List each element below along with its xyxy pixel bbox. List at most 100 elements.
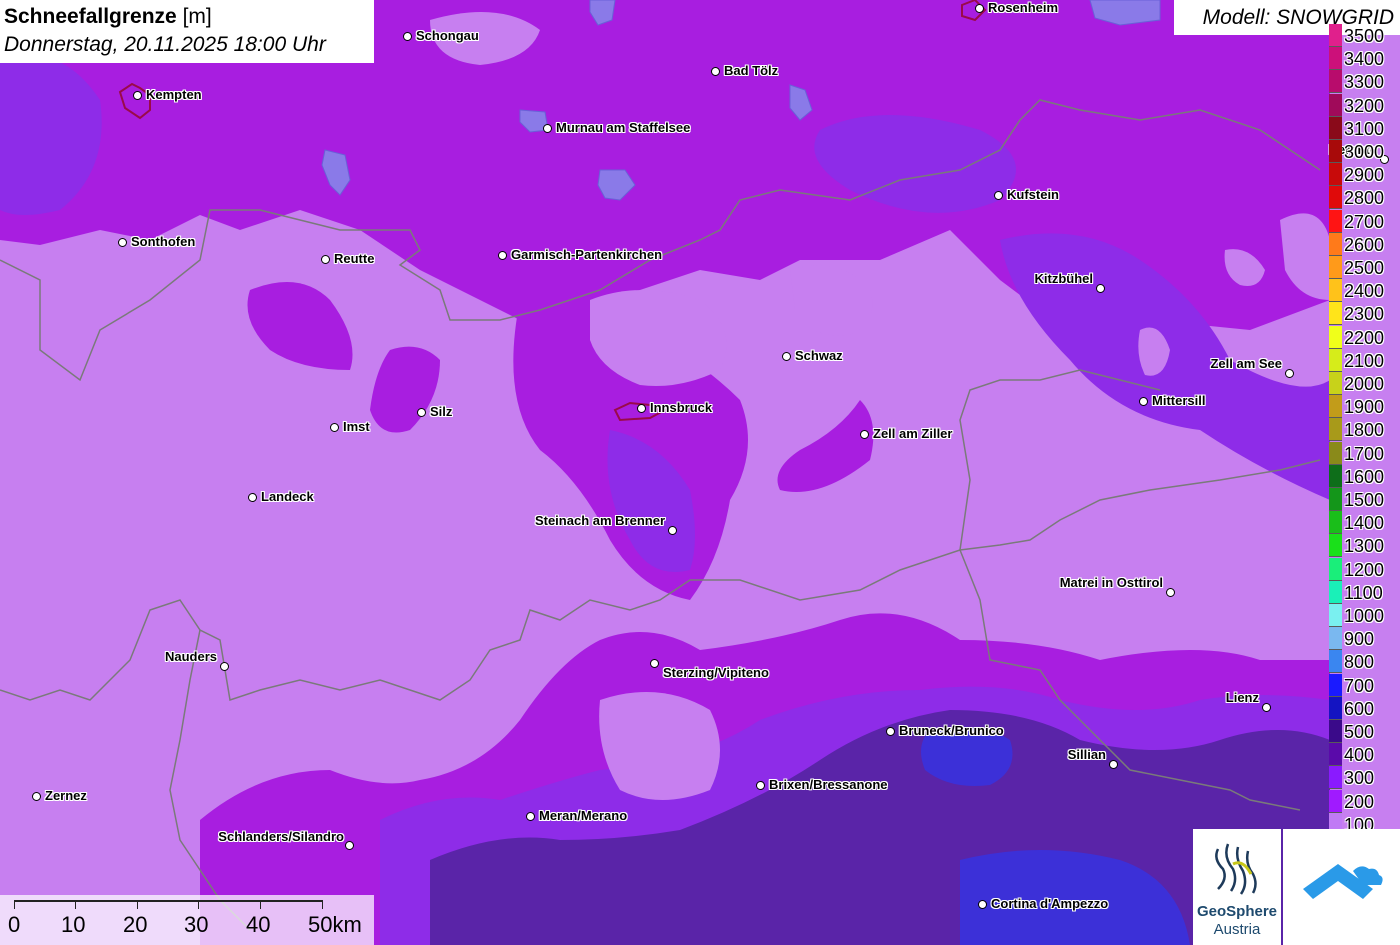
scale-tick [322, 900, 323, 909]
city-label: Imst [343, 419, 370, 434]
legend-label: 300 [1344, 768, 1375, 789]
city-label: Garmisch-Partenkirchen [511, 247, 663, 262]
legend-item: 3400 [1328, 47, 1400, 71]
legend-item: 3500 [1328, 24, 1400, 47]
color-legend: 3500 3400 3300 3200 3100 3000 2900 2800 2700 2600… [1328, 24, 1400, 836]
city-marker [417, 408, 426, 417]
city-label: Zell am See [1210, 356, 1282, 371]
city-marker [1109, 760, 1118, 769]
city-label: Sterzing/Vipiteno [663, 665, 769, 680]
city-label: Landeck [261, 489, 314, 504]
legend-item: 200 [1328, 789, 1400, 813]
scale-label: 20 [123, 912, 148, 937]
snowfall-line-map[interactable] [0, 0, 1400, 945]
city-label: Zernez [45, 788, 87, 803]
city-marker [1262, 703, 1271, 712]
legend-swatch [1329, 511, 1342, 535]
legend-item: 400 [1328, 743, 1400, 767]
city-label: Schwaz [795, 348, 843, 363]
legend-label: 600 [1344, 698, 1375, 719]
legend-label: 2900 [1344, 165, 1385, 186]
city-marker [1285, 369, 1294, 378]
legend-item: 1200 [1328, 557, 1400, 581]
city-marker [860, 430, 869, 439]
city-label: Steinach am Brenner [534, 513, 665, 528]
city-label: Sonthofen [131, 234, 196, 249]
legend-item: 2900 [1328, 163, 1400, 187]
city-marker [133, 91, 142, 100]
city-marker [637, 404, 646, 413]
legend-swatch [1329, 93, 1342, 117]
city-label: Sillian [1067, 747, 1106, 762]
city-label: Brixen/Bressanone [769, 777, 888, 792]
city-label: Kufstein [1007, 187, 1059, 202]
legend-label: 700 [1344, 675, 1375, 696]
legend-swatch [1329, 70, 1342, 94]
legend-item: 700 [1328, 673, 1400, 697]
legend-label: 2300 [1344, 304, 1385, 325]
legend-swatch [1329, 279, 1342, 303]
city-label: Matrei in Osttirol [1059, 575, 1163, 590]
city-marker [668, 526, 677, 535]
scale-tick [14, 900, 15, 909]
legend-label: 3100 [1344, 118, 1385, 139]
legend-swatch [1329, 557, 1342, 581]
geosphere-icon [1215, 843, 1257, 895]
legend-item: 2600 [1328, 232, 1400, 256]
map-title: Schneefallgrenze [m] [4, 3, 370, 31]
cloud-mountain-logo[interactable] [1283, 829, 1400, 945]
legend-swatch [1329, 766, 1342, 790]
legend-item: 1500 [1328, 488, 1400, 511]
legend-label: 1300 [1344, 536, 1385, 557]
city-label: Reutte [334, 251, 375, 266]
city-marker [321, 255, 330, 264]
zone-100m-patch-6 [599, 692, 720, 800]
city-label: Meran/Merano [539, 808, 628, 823]
city-marker [711, 67, 720, 76]
legend-item: 2400 [1328, 279, 1400, 303]
legend-label: 3000 [1344, 142, 1385, 162]
legend-swatch [1329, 534, 1342, 558]
legend-item: 1400 [1328, 511, 1400, 535]
legend-swatch [1329, 372, 1342, 395]
scale-tick [198, 900, 199, 909]
legend-label: 1800 [1344, 420, 1385, 441]
cloud-mountain-icon [1303, 864, 1383, 899]
legend-item: 2700 [1328, 209, 1400, 233]
city-marker [498, 251, 507, 260]
scale-label: 0 [8, 912, 21, 937]
map-title-box: Schneefallgrenze [m] Donnerstag, 20.11.2… [0, 0, 374, 63]
legend-item: 1000 [1328, 604, 1400, 627]
city-marker [220, 662, 229, 671]
legend-swatch [1329, 441, 1342, 465]
legend-swatch [1329, 395, 1342, 419]
legend-swatch [1329, 116, 1342, 140]
map-title-bold: Schneefallgrenze [4, 5, 177, 28]
legend-label: 2100 [1344, 350, 1385, 371]
scale-label: 30 [184, 912, 209, 937]
legend-label: 1400 [1344, 513, 1385, 534]
city-label: Schlanders/Silandro [218, 829, 344, 844]
legend-swatch [1329, 24, 1342, 47]
geosphere-logo-line2: Austria [1213, 921, 1261, 938]
city-marker [650, 659, 659, 668]
legend-label: 1000 [1344, 606, 1385, 626]
geosphere-logo[interactable]: GeoSphere Austria [1193, 829, 1281, 945]
legend-item: 1700 [1328, 441, 1400, 465]
legend-item: 2100 [1328, 348, 1400, 372]
legend-item: 500 [1328, 720, 1400, 743]
legend-item: 2000 [1328, 372, 1400, 395]
legend-swatch [1329, 696, 1342, 720]
legend-label: 3400 [1344, 49, 1385, 70]
city-marker [118, 238, 127, 247]
scale-label: 40 [246, 912, 271, 937]
city-label: Bruneck/Brunico [899, 723, 1004, 738]
legend-item: 1900 [1328, 395, 1400, 419]
legend-label: 3200 [1344, 95, 1385, 116]
legend-item: 1100 [1328, 580, 1400, 604]
scale-bar-line [14, 900, 322, 902]
city-marker [975, 4, 984, 13]
city-label: Kempten [146, 87, 202, 102]
city-label: Silz [430, 404, 453, 419]
city-marker [1166, 588, 1175, 597]
